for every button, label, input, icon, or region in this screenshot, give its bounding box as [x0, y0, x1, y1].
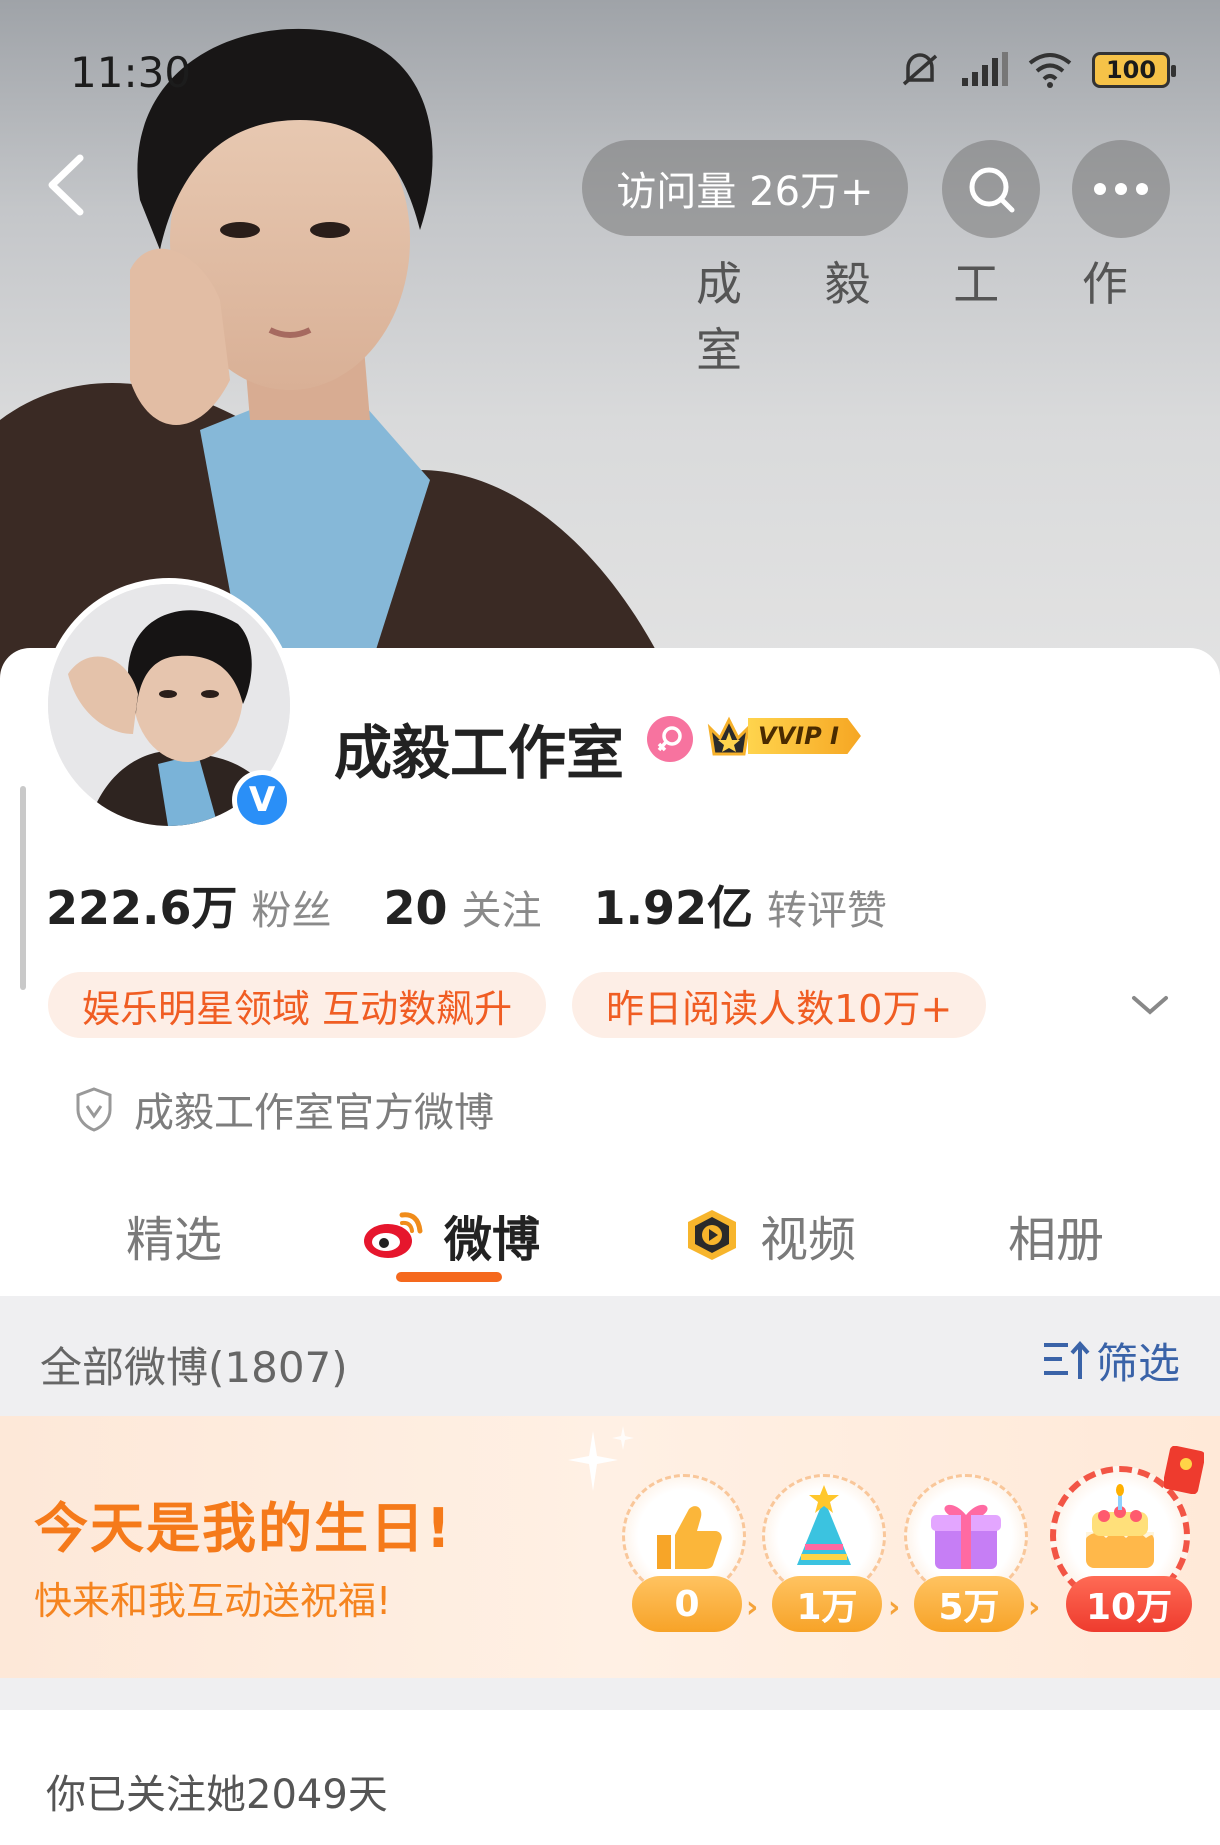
- status-bar: 11:30 100: [0, 0, 1220, 140]
- engagement-stat[interactable]: 1.92亿 转评赞: [594, 872, 888, 938]
- engagement-count: 1.92亿: [593, 881, 754, 935]
- milestone-arrow-icon: ›: [1028, 1590, 1041, 1625]
- birthday-banner[interactable]: 今天是我的生日! 快来和我互动送祝福! 0 › 1万 › 5万 › 10万: [0, 1416, 1220, 1678]
- video-badge-icon: [688, 1210, 736, 1260]
- tag-trending[interactable]: 娱乐明星领域 互动数飙升: [48, 972, 547, 1038]
- birthday-subtitle: 快来和我互动送祝福!: [34, 1579, 392, 1623]
- official-description-text: 成毅工作室官方微博: [134, 1090, 494, 1136]
- active-tab-indicator: [396, 1272, 502, 1282]
- profile-tags: 娱乐明星领域 互动数飙升 昨日阅读人数10万+: [48, 972, 987, 1038]
- section-divider: [0, 1678, 1220, 1710]
- tab-featured[interactable]: 精选: [126, 1200, 222, 1270]
- engagement-label: 转评赞: [767, 888, 888, 934]
- milestone-1-pill: 1万: [772, 1576, 882, 1632]
- scrollbar[interactable]: [20, 786, 26, 990]
- tab-featured-label: 精选: [126, 1212, 223, 1268]
- tab-video[interactable]: 视频: [682, 1200, 856, 1270]
- battery-indicator: 100: [1092, 52, 1176, 88]
- tab-weibo[interactable]: 微博: [362, 1200, 540, 1270]
- back-button[interactable]: [40, 150, 100, 220]
- profile-tabs: 精选 微博 视频 相册: [0, 1180, 1220, 1290]
- tab-weibo-label: 微博: [444, 1212, 541, 1268]
- milestone-arrow-icon: ›: [746, 1590, 759, 1625]
- profile-stats: 222.6万 粉丝 20 关注 1.92亿 转评赞: [46, 872, 939, 938]
- followers-count: 222.6万: [46, 881, 238, 935]
- signal-icon: [962, 52, 1008, 86]
- wifi-icon: [1028, 53, 1072, 88]
- tag-readers[interactable]: 昨日阅读人数10万+: [572, 972, 987, 1038]
- profile-name: 成毅工作室: [334, 719, 625, 787]
- tab-album-label: 相册: [1008, 1212, 1105, 1268]
- followers-label: 粉丝: [251, 888, 332, 934]
- milestone-arrow-icon: ›: [888, 1590, 901, 1625]
- cover-caption: 成 毅 工 作 室: [696, 257, 1162, 377]
- filter-button[interactable]: 筛选: [1042, 1330, 1180, 1391]
- visits-count-pill[interactable]: 访问量 26万+: [582, 140, 908, 236]
- all-posts-count[interactable]: 全部微博(1807): [40, 1334, 348, 1395]
- female-gender-icon: [647, 716, 693, 762]
- filter-sort-icon: [1043, 1340, 1090, 1379]
- shield-icon: [76, 1087, 112, 1132]
- back-icon: [48, 154, 84, 216]
- milestone-2-pill: 5万: [914, 1576, 1024, 1632]
- followers-stat[interactable]: 222.6万 粉丝: [46, 872, 332, 938]
- milestone-3-pill: 10万: [1066, 1576, 1193, 1632]
- feed-filter-bar: 全部微博(1807) 筛选: [0, 1296, 1220, 1416]
- crown-icon: [707, 716, 751, 756]
- vip-badge[interactable]: VVIP I: [706, 714, 861, 758]
- red-envelope-icon: [1164, 1446, 1204, 1494]
- follow-days-text: 你已关注她2049天: [46, 1772, 388, 1818]
- chevron-down-icon: [1132, 996, 1168, 1015]
- expand-button[interactable]: [1130, 990, 1170, 1020]
- search-button[interactable]: [942, 140, 1040, 238]
- vip-label: VVIP I: [748, 718, 861, 754]
- following-stat[interactable]: 20 关注: [384, 878, 542, 936]
- birthday-title: 今天是我的生日!: [34, 1497, 453, 1560]
- weibo-logo-icon: [364, 1212, 423, 1258]
- official-description: 成毅工作室官方微博: [74, 1080, 494, 1138]
- status-icons: 100: [898, 48, 1176, 92]
- following-count: 20: [383, 881, 448, 935]
- filter-label: 筛选: [1095, 1339, 1180, 1388]
- tab-video-label: 视频: [760, 1212, 857, 1268]
- verified-v-icon: V: [237, 775, 287, 825]
- verified-badge: V: [232, 770, 292, 830]
- mute-bell-icon: [902, 53, 938, 86]
- tab-album[interactable]: 相册: [1008, 1200, 1104, 1270]
- more-icon: [1094, 183, 1148, 195]
- search-icon: [969, 167, 1015, 213]
- more-button[interactable]: [1072, 140, 1170, 238]
- milestone-0-pill: 0: [632, 1576, 742, 1632]
- status-time: 11:30: [70, 48, 192, 97]
- following-label: 关注: [461, 888, 542, 934]
